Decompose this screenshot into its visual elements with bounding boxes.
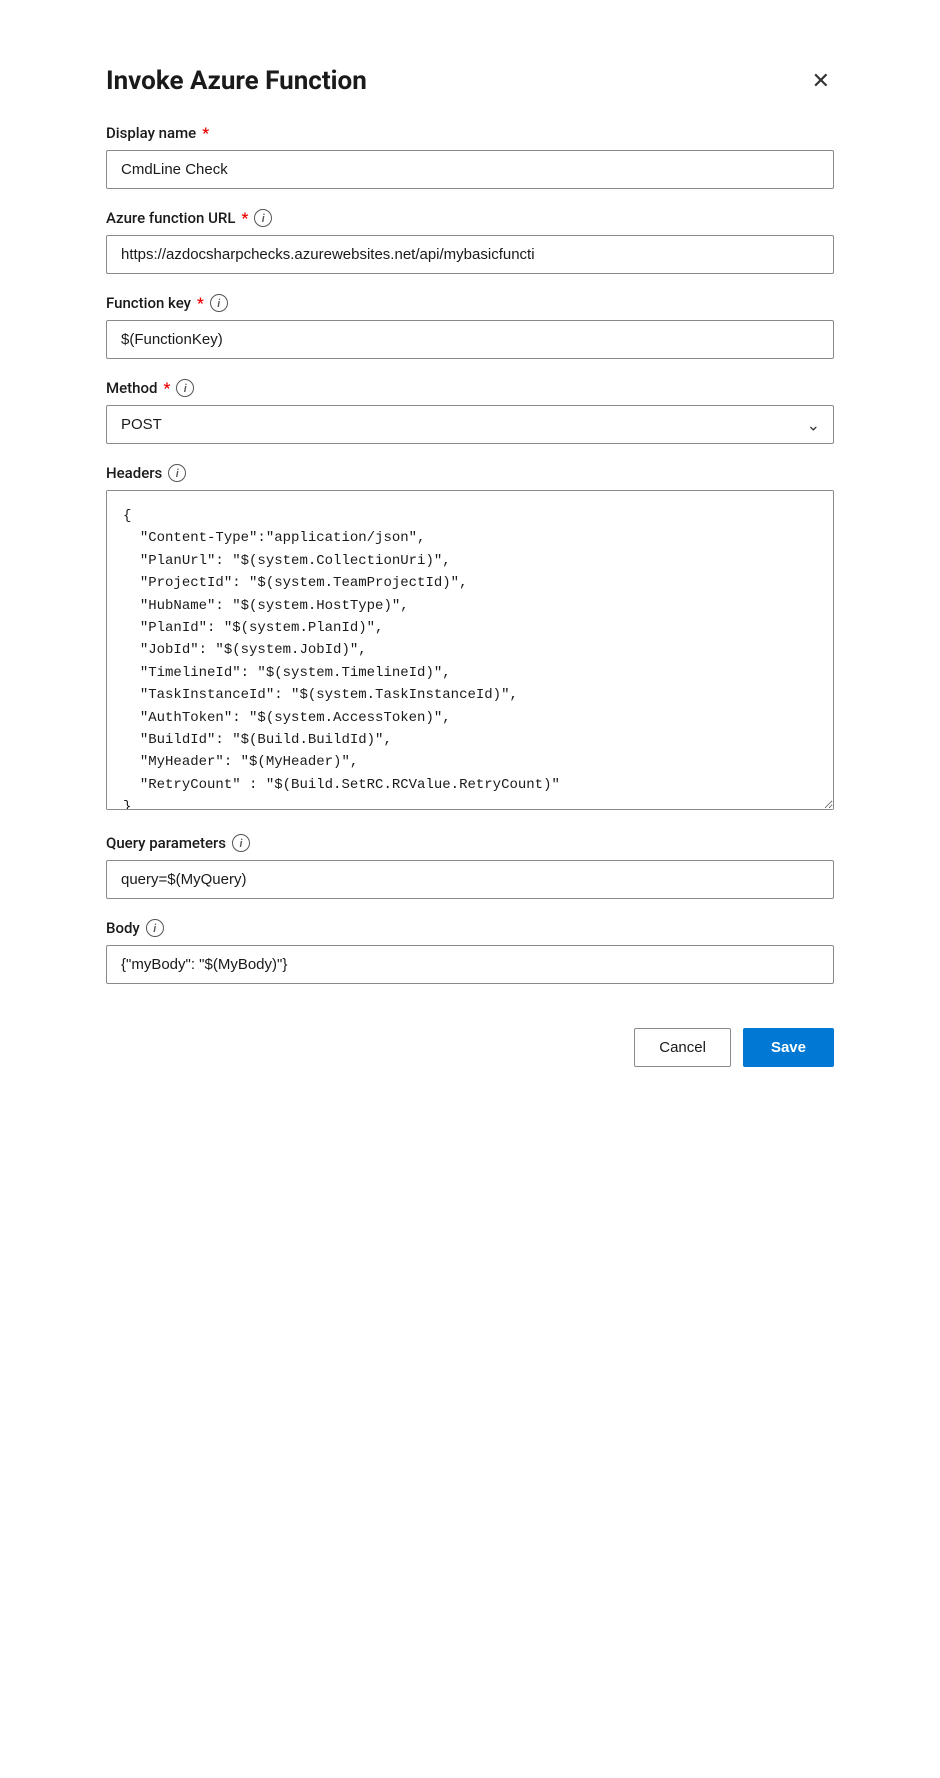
azure-function-url-label-text: Azure function URL: [106, 209, 235, 227]
method-label: Method * i: [106, 379, 834, 397]
headers-label: Headers i: [106, 464, 834, 482]
azure-function-url-info-icon[interactable]: i: [254, 209, 272, 227]
azure-function-url-required: *: [241, 209, 248, 227]
method-group: Method * i GET POST PUT DELETE PATCH ⌄: [106, 379, 834, 444]
azure-function-url-input[interactable]: [106, 235, 834, 274]
cancel-button[interactable]: Cancel: [634, 1028, 731, 1067]
modal-header: Invoke Azure Function ✕: [106, 66, 834, 96]
display-name-group: Display name *: [106, 124, 834, 189]
function-key-label-text: Function key: [106, 294, 191, 312]
headers-group: Headers i { "Content-Type":"application/…: [106, 464, 834, 814]
body-label: Body i: [106, 919, 834, 937]
function-key-label: Function key * i: [106, 294, 834, 312]
modal-title: Invoke Azure Function: [106, 66, 367, 96]
query-parameters-input[interactable]: [106, 860, 834, 899]
function-key-group: Function key * i: [106, 294, 834, 359]
method-label-text: Method: [106, 379, 157, 397]
function-key-required: *: [197, 294, 204, 312]
body-input[interactable]: [106, 945, 834, 984]
body-label-text: Body: [106, 919, 140, 937]
method-select[interactable]: GET POST PUT DELETE PATCH: [106, 405, 834, 444]
modal-footer: Cancel Save: [106, 1012, 834, 1067]
display-name-label: Display name *: [106, 124, 834, 142]
query-parameters-label: Query parameters i: [106, 834, 834, 852]
function-key-input[interactable]: [106, 320, 834, 359]
body-group: Body i: [106, 919, 834, 984]
headers-info-icon[interactable]: i: [168, 464, 186, 482]
query-parameters-label-text: Query parameters: [106, 834, 226, 852]
body-info-icon[interactable]: i: [146, 919, 164, 937]
azure-function-url-group: Azure function URL * i: [106, 209, 834, 274]
display-name-input[interactable]: [106, 150, 834, 189]
query-parameters-info-icon[interactable]: i: [232, 834, 250, 852]
display-name-label-text: Display name: [106, 124, 196, 142]
close-button[interactable]: ✕: [808, 66, 834, 96]
query-parameters-group: Query parameters i: [106, 834, 834, 899]
method-required: *: [163, 379, 170, 397]
method-select-wrapper: GET POST PUT DELETE PATCH ⌄: [106, 405, 834, 444]
method-info-icon[interactable]: i: [176, 379, 194, 397]
headers-textarea[interactable]: { "Content-Type":"application/json", "Pl…: [106, 490, 834, 810]
invoke-azure-function-modal: Invoke Azure Function ✕ Display name * A…: [70, 30, 870, 1103]
function-key-info-icon[interactable]: i: [210, 294, 228, 312]
headers-label-text: Headers: [106, 464, 162, 482]
azure-function-url-label: Azure function URL * i: [106, 209, 834, 227]
display-name-required: *: [202, 124, 209, 142]
save-button[interactable]: Save: [743, 1028, 834, 1067]
